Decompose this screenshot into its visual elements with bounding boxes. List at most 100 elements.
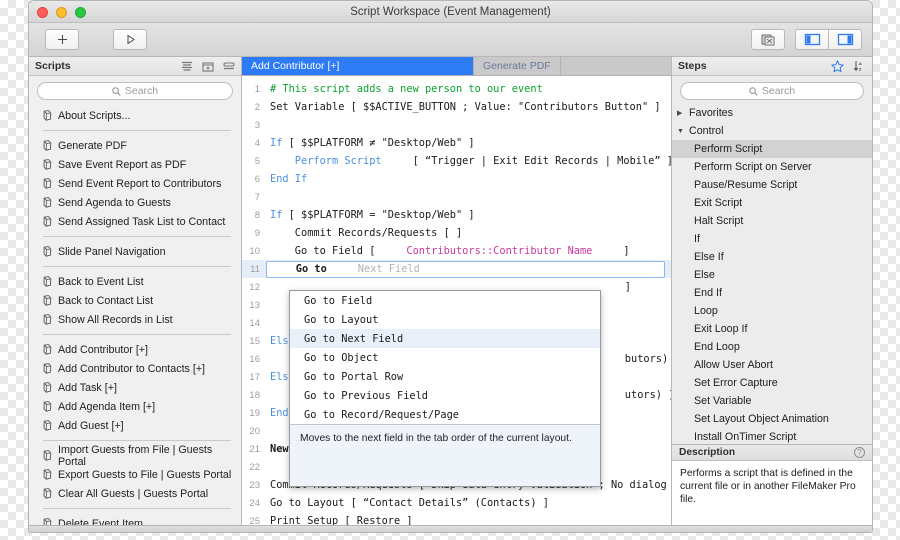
editor-tab[interactable]: Add Contributor [+] — [242, 57, 474, 75]
step-list-item[interactable]: Else — [672, 266, 872, 284]
steps-list[interactable]: ▶ Favorites ▼ Control Perform Script Perform … — [672, 104, 872, 444]
script-list-item[interactable]: Delete Event Item — [29, 514, 241, 525]
chevron-down-icon[interactable]: ▼ — [677, 128, 685, 135]
script-list-item[interactable]: Add Contributor to Contacts [+] — [29, 359, 241, 378]
autocomplete-item-label: Go to Field — [304, 294, 373, 307]
collapse-all-icon[interactable] — [223, 61, 235, 71]
script-list-item[interactable]: Show All Records in List — [29, 310, 241, 329]
step-list-item[interactable]: End If — [672, 284, 872, 302]
script-list-item[interactable]: Back to Event List — [29, 272, 241, 291]
maximize-window-button[interactable] — [75, 7, 86, 18]
step-list-item[interactable]: Set Error Capture — [672, 374, 872, 392]
step-list-item-label: Perform Script on Server — [694, 161, 812, 173]
step-list-item-label: Set Variable — [694, 395, 752, 407]
close-window-button[interactable] — [37, 7, 48, 18]
step-list-item[interactable]: Allow User Abort — [672, 356, 872, 374]
sort-az-icon[interactable]: a z — [853, 60, 866, 72]
svg-text:z: z — [859, 66, 862, 71]
autocomplete-item[interactable]: Go to Layout — [290, 310, 600, 329]
help-icon[interactable]: ? — [854, 447, 865, 458]
scripts-list-separator — [43, 266, 231, 267]
step-list-item-label: Allow User Abort — [694, 359, 773, 371]
script-icon — [43, 344, 52, 355]
script-step-line[interactable]: 4 If [ $$PLATFORM ≠ "Desktop/Web" ] — [242, 134, 671, 152]
script-step-line[interactable]: 2 Set Variable [ $$ACTIVE_BUTTON ; Value:… — [242, 98, 671, 116]
line-number: 13 — [249, 299, 260, 311]
scripts-list[interactable]: About Scripts... Generate PDF Save Event R… — [29, 104, 241, 525]
step-list-item[interactable]: Set Variable — [672, 392, 872, 410]
autocomplete-item[interactable]: Go to Object — [290, 348, 600, 367]
step-list-item[interactable]: Else If — [672, 248, 872, 266]
script-list-item[interactable]: Generate PDF — [29, 136, 241, 155]
script-list-item[interactable]: Import Guests from File | Guests Portal — [29, 444, 241, 468]
steps-search-input[interactable]: Search — [680, 82, 864, 100]
script-list-item[interactable]: Save Event Report as PDF — [29, 155, 241, 174]
script-list-item[interactable]: Export Guests to File | Guests Portal — [29, 465, 241, 484]
editor-tab-bar[interactable]: Add Contributor [+] Generate PDF — [242, 57, 671, 76]
new-script-button[interactable] — [45, 29, 79, 50]
scripts-search-input[interactable]: Search — [37, 82, 233, 100]
autocomplete-item[interactable]: Go to Field — [290, 291, 600, 310]
window-body: Scripts Search About Scripts... Generate… — [29, 57, 872, 525]
autocomplete-list[interactable]: Go to Field Go to Layout Go to Next Field G… — [290, 291, 600, 424]
step-list-item[interactable]: If — [672, 230, 872, 248]
script-step-line[interactable]: 11 Go to Next Field — [242, 260, 671, 278]
steps-group-favorites[interactable]: ▶ Favorites — [672, 104, 872, 122]
minimize-window-button[interactable] — [56, 7, 67, 18]
step-list-item[interactable]: Exit Loop If — [672, 320, 872, 338]
script-code-area[interactable]: 1 # This script adds a new person to our … — [242, 76, 671, 525]
script-list-item[interactable]: Add Guest [+] — [29, 416, 241, 435]
step-list-item[interactable]: Install OnTimer Script — [672, 428, 872, 444]
line-number: 15 — [249, 335, 260, 347]
script-step-line[interactable]: 25 Print Setup [ Restore ] — [242, 512, 671, 525]
new-folder-icon[interactable] — [202, 61, 214, 72]
script-icon — [43, 276, 52, 287]
step-list-item[interactable]: Exit Script — [672, 194, 872, 212]
script-list-item[interactable]: Send Agenda to Guests — [29, 193, 241, 212]
script-list-item[interactable]: Send Event Report to Contributors — [29, 174, 241, 193]
data-viewer-button[interactable] — [751, 29, 785, 50]
autocomplete-item[interactable]: Go to Record/Request/Page — [290, 405, 600, 424]
step-list-item[interactable]: End Loop — [672, 338, 872, 356]
editor-tab[interactable]: Generate PDF — [474, 57, 561, 75]
step-list-item[interactable]: Loop — [672, 302, 872, 320]
script-list-item[interactable]: Add Task [+] — [29, 378, 241, 397]
steps-group-control[interactable]: ▼ Control — [672, 122, 872, 140]
autocomplete-item[interactable]: Go to Next Field — [290, 329, 600, 348]
scripts-panel: Scripts Search About Scripts... Generate… — [29, 57, 242, 525]
list-view-icon[interactable] — [181, 61, 193, 71]
script-step-line[interactable]: 9 Commit Records/Requests [ ] — [242, 224, 671, 242]
autocomplete-item[interactable]: Go to Previous Field — [290, 386, 600, 405]
script-step-line[interactable]: 10 Go to Field [ Contributors::Contribut… — [242, 242, 671, 260]
script-icon — [43, 518, 52, 525]
toggle-left-panel-button[interactable] — [795, 29, 829, 50]
script-list-item[interactable]: Add Agenda Item [+] — [29, 397, 241, 416]
script-step-line[interactable]: 1 # This script adds a new person to our … — [242, 80, 671, 98]
step-list-item[interactable]: Pause/Resume Script — [672, 176, 872, 194]
star-icon[interactable] — [831, 59, 844, 73]
step-list-item[interactable]: Halt Script — [672, 212, 872, 230]
script-list-item[interactable]: Send Assigned Task List to Contact — [29, 212, 241, 231]
run-script-button[interactable] — [113, 29, 147, 50]
line-number: 4 — [254, 137, 260, 149]
autocomplete-item[interactable]: Go to Portal Row — [290, 367, 600, 386]
script-list-item[interactable]: Add Contributor [+] — [29, 340, 241, 359]
script-step-line[interactable]: 24 Go to Layout [ “Contact Details” (Cont… — [242, 494, 671, 512]
chevron-right-icon[interactable]: ▶ — [677, 109, 685, 117]
script-step-line[interactable]: 7 — [242, 188, 671, 206]
autocomplete-popup[interactable]: Go to Field Go to Layout Go to Next Field G… — [289, 290, 601, 487]
script-list-item[interactable]: Back to Contact List — [29, 291, 241, 310]
script-step-line[interactable]: 6 End If — [242, 170, 671, 188]
script-step-line[interactable]: 5 Perform Script [ “Trigger | Exit Edit … — [242, 152, 671, 170]
script-list-item[interactable]: About Scripts... — [29, 106, 241, 125]
steps-group-label: Control — [689, 125, 724, 137]
step-list-item[interactable]: Perform Script on Server — [672, 158, 872, 176]
step-list-item[interactable]: Set Layout Object Animation — [672, 410, 872, 428]
step-list-item[interactable]: Perform Script — [672, 140, 872, 158]
script-step-line[interactable]: 8 If [ $$PLATFORM = "Desktop/Web" ] — [242, 206, 671, 224]
script-list-item[interactable]: Clear All Guests | Guests Portal — [29, 484, 241, 503]
script-list-item[interactable]: Slide Panel Navigation — [29, 242, 241, 261]
toggle-right-panel-button[interactable] — [828, 29, 862, 50]
script-step-line[interactable]: 3 — [242, 116, 671, 134]
autocomplete-item-label: Go to Portal Row — [304, 370, 404, 383]
